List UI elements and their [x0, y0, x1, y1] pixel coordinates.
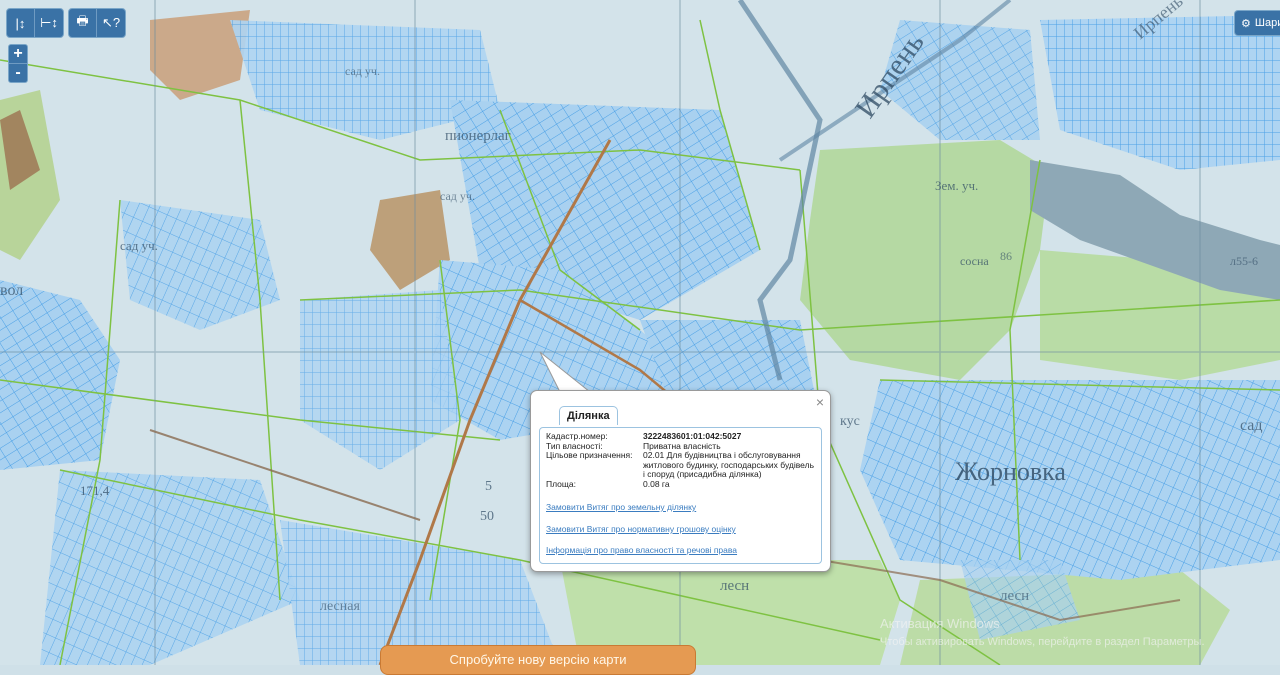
measure-distance-button[interactable]: |↕	[7, 9, 35, 37]
info-row-purpose: Цільове призначення: 02.01 Для будівницт…	[546, 450, 815, 480]
parcel-area: 0.08 га	[643, 478, 670, 489]
map-label-sad2: сад уч.	[345, 64, 380, 78]
map-label-pioneer: пионерлаг	[445, 128, 511, 144]
new-version-button[interactable]: Спробуйте нову версію карти	[380, 645, 696, 675]
info-row-area: Площа: 0.08 га	[546, 478, 815, 490]
info-label: Площа:	[546, 478, 576, 489]
zoom-in-button[interactable]: +	[9, 45, 27, 63]
gear-icon: ⚙	[1241, 17, 1251, 30]
zoom-control: + -	[8, 44, 28, 83]
windows-activation-watermark: Активация Windows	[880, 616, 1000, 631]
map-label-sosna: сосна	[960, 254, 989, 268]
map-label-forest: лесн	[720, 578, 749, 594]
tab-parcel[interactable]: Ділянка	[559, 406, 618, 425]
order-valuation-extract-link[interactable]: Замовити Витяг про нормативну грошову оц…	[546, 524, 815, 534]
pointer-help-icon: ↖?	[101, 15, 121, 30]
tools-toolbar: 🖶 ↖?	[68, 8, 126, 38]
map-label-forest2: лесн	[1000, 588, 1029, 604]
map-label-lesn-bottom: лесная	[320, 599, 360, 614]
parcel-info-popup: × Ділянка Кадастр.номер: 3222483601:01:0…	[530, 390, 831, 572]
measure-area-button[interactable]: ⊢↕	[35, 9, 63, 37]
map-label-village: Жорновка	[955, 457, 1066, 486]
map-label-sad-right: сад	[1240, 417, 1263, 434]
order-land-extract-link[interactable]: Замовити Витяг про земельну ділянку	[546, 502, 815, 512]
measure-toolbar: |↕ ⊢↕	[6, 8, 64, 38]
print-button[interactable]: 🖶	[69, 9, 97, 37]
identify-button[interactable]: ↖?	[97, 9, 125, 37]
land-purpose: 02.01 Для будівництва і обслуговування ж…	[643, 450, 815, 479]
map-label-kus: кус	[840, 414, 860, 429]
print-icon: 🖶	[76, 13, 89, 28]
map-label-5: 5	[485, 479, 492, 494]
close-icon[interactable]: ×	[816, 394, 824, 410]
map-label-655: л55-6	[1230, 254, 1258, 268]
map-label-vol: вол	[0, 282, 23, 299]
ownership-info-link[interactable]: Інформація про право власності та речові…	[546, 545, 815, 555]
map-label-86: 86	[1000, 249, 1012, 263]
layers-button-label: Шари	[1254, 17, 1280, 29]
map-label-50: 50	[480, 509, 494, 524]
parcel-info-panel: Кадастр.номер: 3222483601:01:042:5027 Ти…	[539, 427, 822, 564]
map-label-zem: Зем. уч.	[935, 178, 978, 193]
layers-button[interactable]: ⚙ Шари	[1234, 10, 1280, 36]
map-label-elevation: 171,4	[80, 483, 110, 498]
info-label: Цільове призначення:	[546, 450, 633, 460]
map-label-sad: сад уч.	[120, 238, 158, 253]
zoom-out-button[interactable]: -	[9, 63, 27, 82]
map-label-sad3: сад уч.	[440, 189, 475, 203]
windows-activation-hint: Чтобы активировать Windows, перейдите в …	[880, 636, 1205, 648]
ruler-icon: |↕	[15, 15, 26, 31]
ruler-area-icon: ⊢↕	[40, 15, 58, 30]
